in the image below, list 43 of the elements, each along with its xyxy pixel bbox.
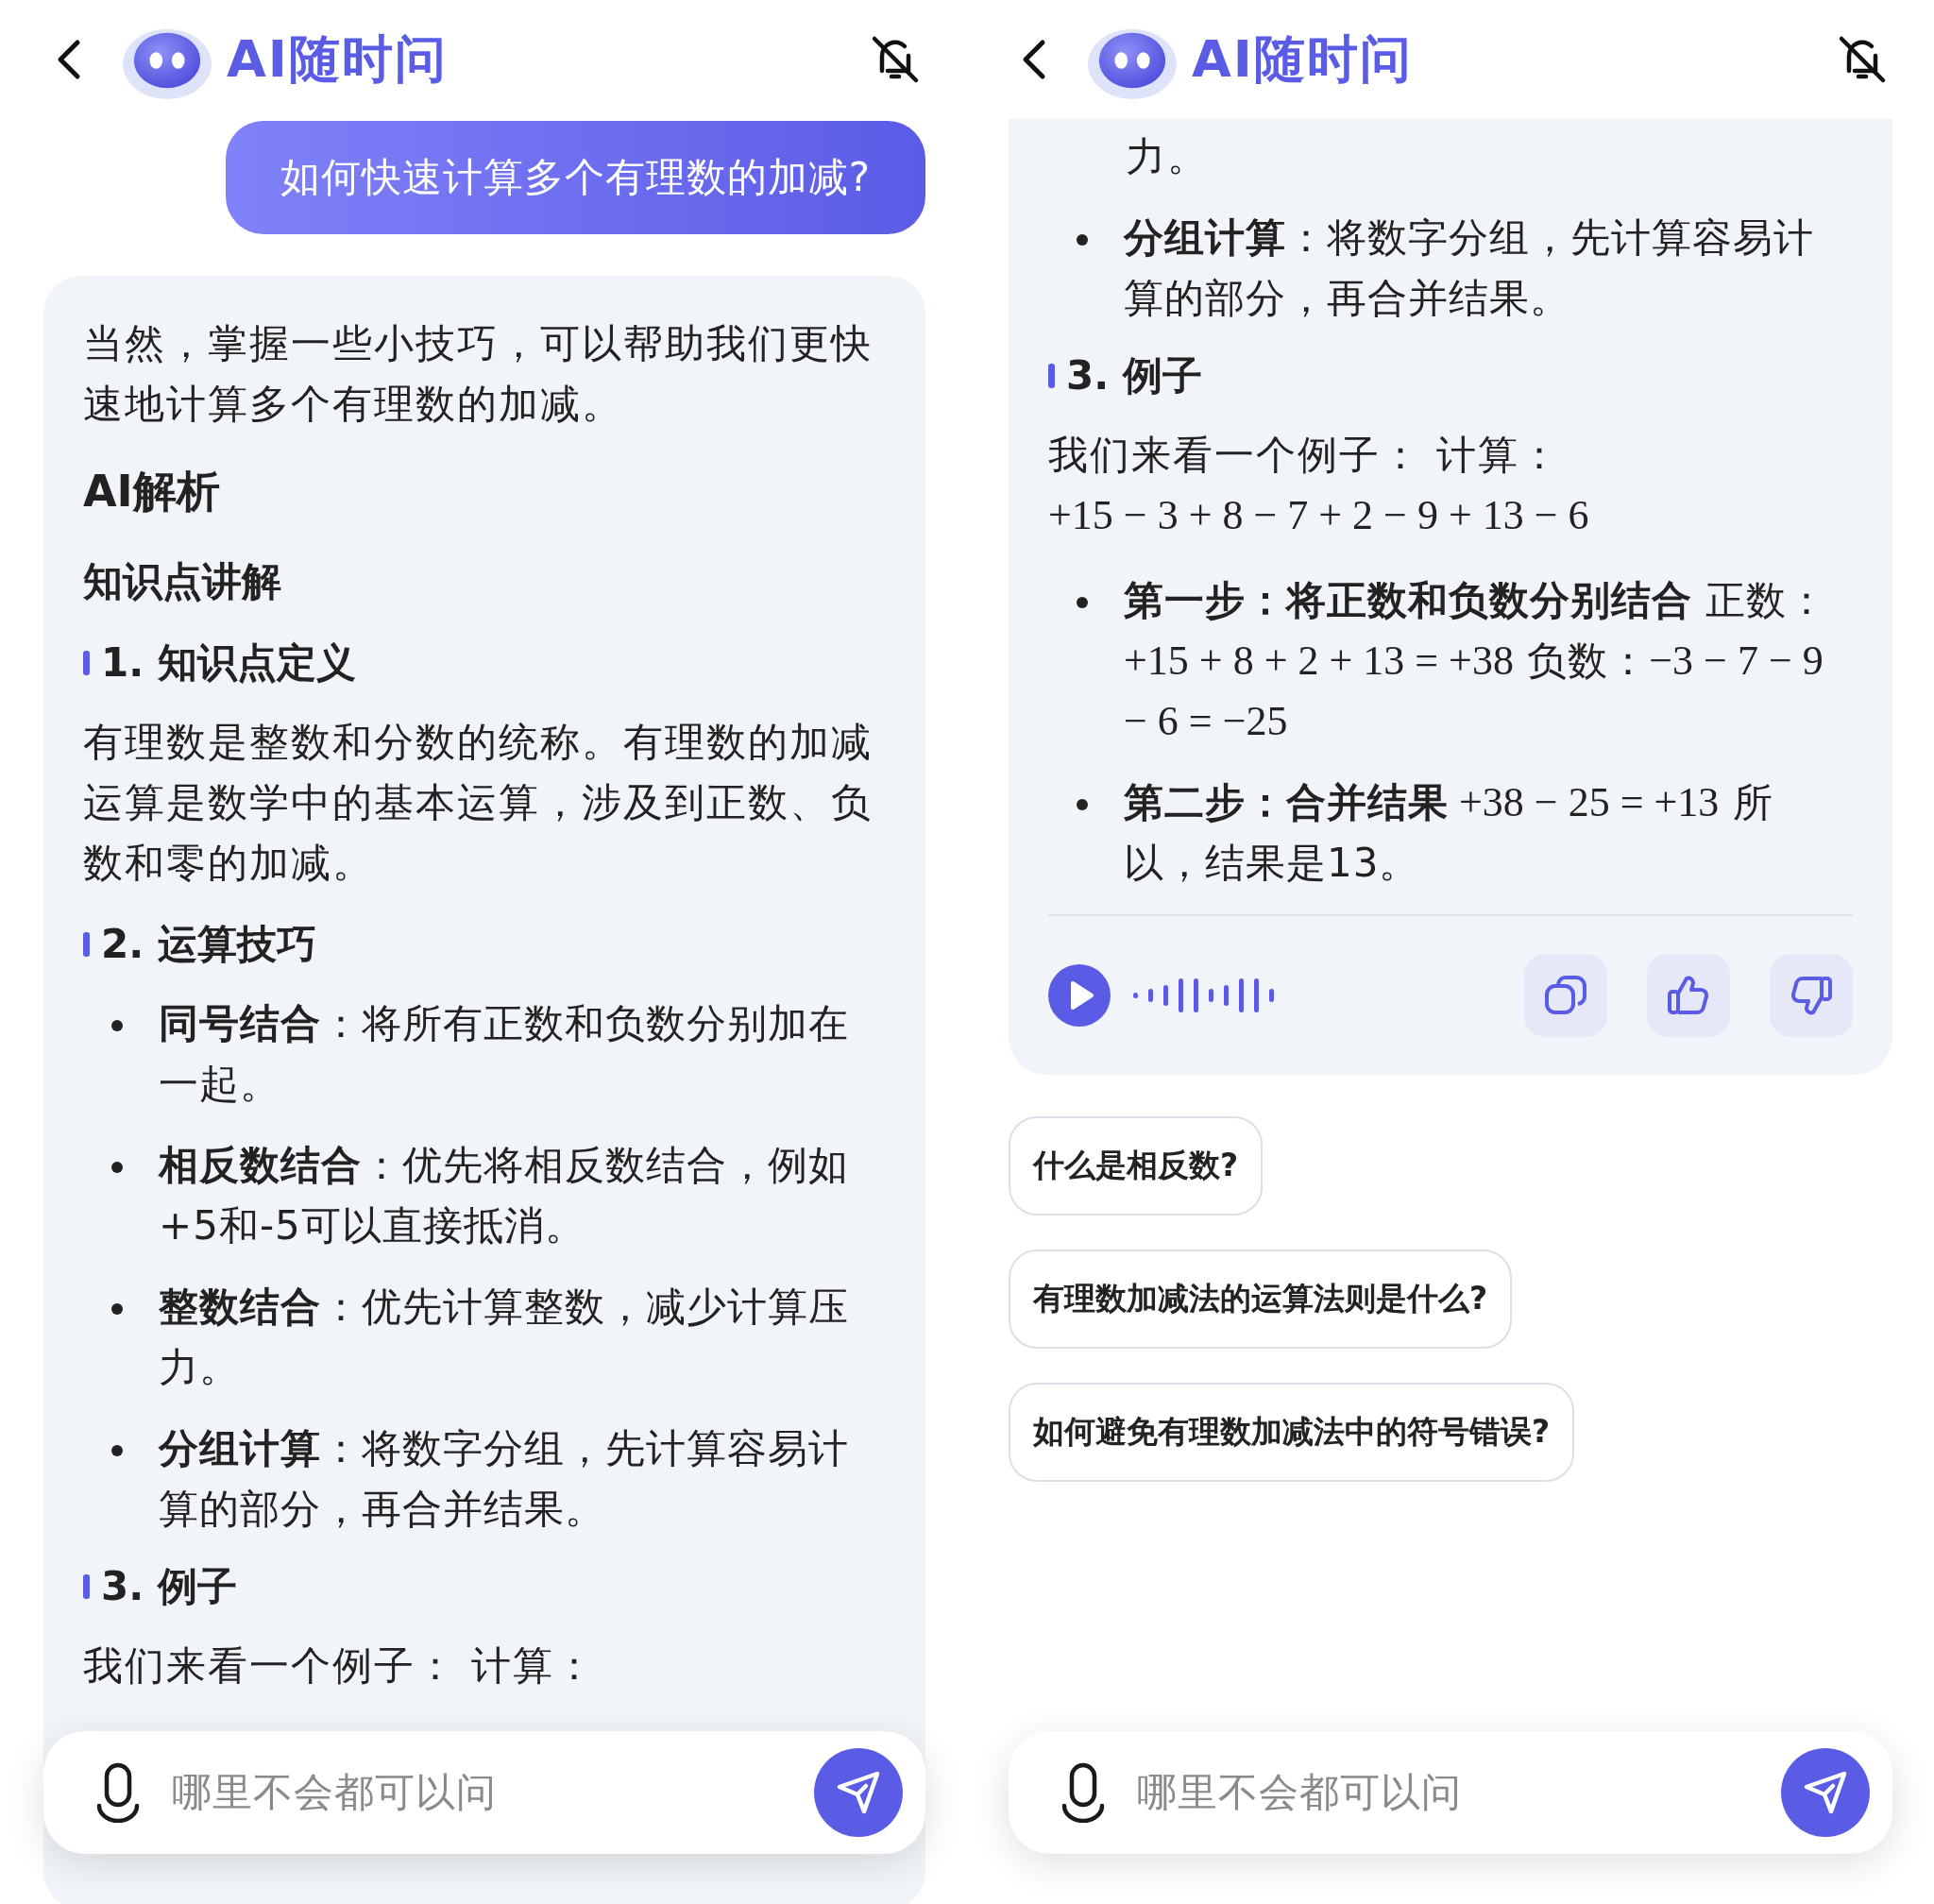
list-item-text: 分组计算：将数字分组，先计算容易计算的部分，再合并结果。 — [1124, 213, 1815, 323]
list-item-text: 分组计算：将数字分组，先计算容易计算的部分，再合并结果。 — [159, 1424, 850, 1534]
copy-button[interactable] — [1524, 954, 1607, 1037]
app-title: AI随时问 — [227, 27, 448, 91]
microphone-icon[interactable] — [96, 1762, 140, 1823]
heading-marker — [1048, 364, 1055, 388]
heading-marker — [83, 1574, 90, 1599]
answer-paragraph: 我们来看一个例子： 计算： — [83, 1641, 598, 1691]
suggested-question[interactable]: 如何避免有理数加减法中的符号错误? — [1009, 1383, 1575, 1482]
section-heading: 1. 知识点定义 — [101, 638, 356, 688]
section-heading: 2. 运算技巧 — [101, 920, 316, 969]
bullet-dot — [111, 1303, 123, 1315]
play-icon[interactable] — [1048, 964, 1111, 1027]
suggested-question[interactable]: 有理数加减法的运算法则是什么? — [1009, 1250, 1513, 1349]
list-item-text: 力。 — [1125, 132, 1210, 181]
list-item-text: 相反数结合：优先将相反数结合，例如+5和-5可以直接抵消。 — [159, 1141, 850, 1250]
section-title: AI解析 — [83, 465, 221, 518]
answer-paragraph: 我们来看一个例子： 计算： +15 − 3 + 8 − 7 + 2 − 9 + 13 − 6 — [1048, 431, 1590, 540]
heading-marker — [83, 651, 90, 675]
bullet-dot — [1077, 234, 1088, 246]
list-item-text: 第一步：将正数和负数分别结合 正数： +15 + 8 + 2 + 13 = +38 负数：−3 − 7 − 9 − 6 = −25 — [1124, 576, 1829, 746]
input-placeholder: 哪里不会都可以问 — [1137, 1768, 1462, 1817]
bullet-dot — [111, 1445, 123, 1456]
bullet-dot — [111, 1020, 123, 1031]
microphone-icon[interactable] — [1061, 1762, 1105, 1823]
bullet-dot — [1077, 597, 1088, 608]
input-placeholder: 哪里不会都可以问 — [172, 1768, 497, 1817]
bullet-dot — [1077, 799, 1088, 810]
list-item-text: 整数结合：优先计算整数，减少计算压力。 — [159, 1283, 850, 1392]
section-heading: 3. 例子 — [101, 1562, 237, 1611]
answer-paragraph: 有理数是整数和分数的统称。有理数的加减运算是数学中的基本运算，涉及到正数、负数和零的加减。 — [83, 718, 874, 888]
heading-marker — [83, 932, 90, 957]
list-item-text: 同号结合：将所有正数和负数分别加在一起。 — [159, 999, 850, 1109]
section-heading: 3. 例子 — [1066, 351, 1202, 400]
list-item-text: 第二步：合并结果 +38 − 25 = +13 所以，结果是13。 — [1124, 778, 1774, 888]
user-message: 如何快速计算多个有理数的加减? — [225, 121, 925, 234]
section-subtitle: 知识点讲解 — [83, 557, 282, 606]
app-title: AI随时问 — [1192, 27, 1413, 91]
bullet-dot — [111, 1162, 123, 1173]
suggested-question[interactable]: 什么是相反数? — [1009, 1116, 1264, 1216]
like-button[interactable] — [1647, 954, 1730, 1037]
dislike-button[interactable] — [1770, 954, 1853, 1037]
answer-paragraph: 当然，掌握一些小技巧，可以帮助我们更快速地计算多个有理数的加减。 — [83, 319, 874, 429]
